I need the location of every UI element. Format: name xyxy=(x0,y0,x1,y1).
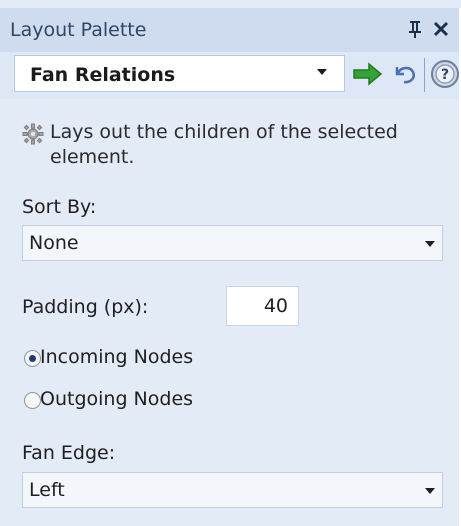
gear-icon xyxy=(22,123,44,145)
layout-type-dropdown[interactable]: Fan Relations xyxy=(14,55,345,92)
radio-button[interactable] xyxy=(24,392,41,409)
radio-button-selected[interactable] xyxy=(24,350,41,367)
layout-palette: Layout Palette Fan Relations ? Lays out … xyxy=(0,0,461,526)
chevron-down-icon xyxy=(425,241,435,247)
layout-type-value: Fan Relations xyxy=(30,64,176,86)
fan-edge-value: Left xyxy=(29,479,65,501)
radio-dot xyxy=(29,355,36,362)
toolbar-separator xyxy=(424,58,425,92)
top-strip xyxy=(0,0,461,8)
help-icon[interactable]: ? xyxy=(430,58,460,90)
sort-by-label: Sort By: xyxy=(22,196,97,218)
incoming-nodes-label: Incoming Nodes xyxy=(40,346,194,368)
fan-edge-label: Fan Edge: xyxy=(22,442,116,464)
sort-by-value: None xyxy=(29,232,79,254)
layout-description: Lays out the children of the selected el… xyxy=(50,121,398,168)
padding-input[interactable] xyxy=(226,286,299,326)
panel-title: Layout Palette xyxy=(10,19,147,41)
title-bar: Layout Palette xyxy=(0,8,459,52)
chevron-down-icon xyxy=(425,488,435,494)
fan-edge-dropdown[interactable]: Left xyxy=(22,472,443,508)
padding-label: Padding (px): xyxy=(22,296,149,318)
chevron-down-icon xyxy=(317,69,327,75)
arrow-right-icon[interactable] xyxy=(352,60,384,88)
close-icon[interactable] xyxy=(430,15,452,43)
sort-by-dropdown[interactable]: None xyxy=(22,225,443,261)
svg-text:?: ? xyxy=(441,67,449,83)
undo-icon[interactable] xyxy=(390,60,418,88)
outgoing-nodes-label: Outgoing Nodes xyxy=(40,388,194,410)
pin-icon[interactable] xyxy=(404,15,426,43)
